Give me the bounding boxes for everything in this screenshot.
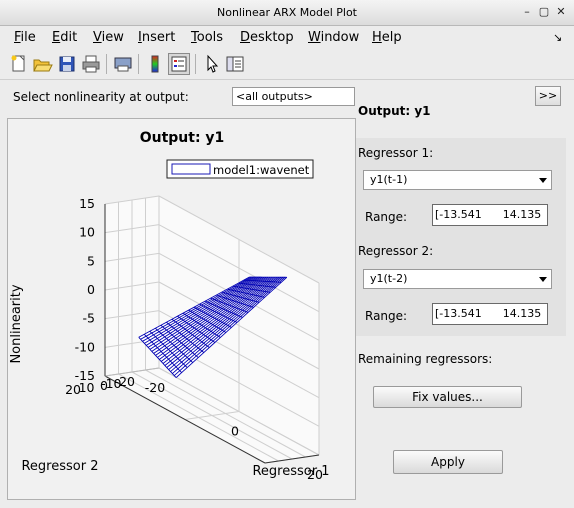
menu-mnemonic: V [93, 30, 102, 45]
menu-view[interactable]: View [93, 30, 124, 45]
menu-file[interactable]: File [14, 30, 36, 45]
menu-label: ile [20, 30, 36, 45]
x-tick-label: 0 [231, 424, 239, 439]
print-preview-icon[interactable] [112, 53, 134, 75]
regressor1-range-label: Range: [365, 210, 408, 224]
menu-insert[interactable]: Insert [138, 30, 175, 45]
property-editor-icon[interactable] [224, 53, 246, 75]
output-select[interactable]: <all outputs> [232, 87, 355, 106]
menu-label: dit [60, 30, 78, 45]
regressor1-group: Regressor 1: y1(t-1) Range: [-13.541 14.… [356, 138, 566, 238]
regressor2-range-label: Range: [365, 309, 408, 323]
regressor1-select[interactable]: y1(t-1) [363, 170, 552, 190]
z-tick-label: 0 [87, 282, 95, 297]
menu-mnemonic: W [308, 30, 321, 45]
menu-label: iew [101, 30, 124, 45]
regressor2-group: Regressor 2: y1(t-2) Range: [-13.541 14.… [356, 238, 566, 336]
z-tick-label: 15 [79, 196, 95, 211]
menu-tools[interactable]: Tools [191, 30, 223, 45]
chart-title: Output: y1 [140, 130, 225, 146]
regressor1-range-input[interactable]: [-13.541 14.135 [432, 204, 548, 226]
legend-swatch [171, 163, 211, 175]
maximize-icon[interactable]: ▢ [537, 5, 551, 19]
legend-entry: model1:wavenet [213, 163, 310, 177]
z-tick-label: 5 [87, 253, 95, 268]
legend-icon[interactable] [168, 53, 190, 75]
window-title-bar: Nonlinear ARX Model Plot – ▢ ✕ [0, 0, 574, 26]
z-tick-label: -10 [75, 339, 95, 354]
close-icon[interactable]: ✕ [554, 5, 568, 19]
print-icon[interactable] [80, 53, 102, 75]
menu-mnemonic: H [372, 30, 382, 45]
new-figure-icon[interactable] [8, 53, 30, 75]
plot-panel: Output: y1 -15 -10 -5 0 5 10 15 -20 -10 0 10 20 -2… [7, 118, 356, 500]
x-tick-label: -20 [145, 380, 165, 395]
regressor1-value: y1(t-1) [370, 173, 408, 186]
menu-edit[interactable]: Edit [52, 30, 77, 45]
chevron-down-icon [539, 277, 547, 282]
z-tick-label: -5 [83, 311, 95, 326]
fix-values-button[interactable]: Fix values... [373, 386, 522, 408]
menu-label: esktop [250, 30, 294, 45]
menu-label: elp [381, 30, 402, 45]
apply-button[interactable]: Apply [393, 450, 503, 474]
menu-mnemonic: E [52, 30, 61, 45]
y-tick-label: 0 [100, 378, 108, 393]
x-axis-label: Regressor 1 [252, 464, 329, 479]
regressor2-value: y1(t-2) [370, 272, 408, 285]
open-file-icon[interactable] [31, 53, 53, 75]
y-axis-label: Regressor 2 [21, 459, 98, 474]
menu-help[interactable]: Help [372, 30, 402, 45]
regressor2-select[interactable]: y1(t-2) [363, 269, 552, 289]
menu-label: nsert [141, 30, 176, 45]
regressor1-label: Regressor 1: [358, 146, 434, 160]
surface-plot[interactable]: Output: y1 -15-10-5051015 -20-1001020 -2… [8, 119, 355, 499]
toolbar [0, 50, 574, 80]
pointer-icon[interactable] [201, 53, 223, 75]
menu-mnemonic: D [240, 30, 251, 45]
z-axis-ticks: -15-10-5051015 [75, 196, 95, 383]
menu-window[interactable]: Window [308, 30, 359, 45]
colorbar-icon[interactable] [144, 53, 166, 75]
menu-label: indow [320, 30, 360, 45]
menu-desktop[interactable]: Desktop [240, 30, 294, 45]
remaining-regressors-label: Remaining regressors: [358, 352, 493, 366]
regressor2-range-input[interactable]: [-13.541 14.135 [432, 303, 548, 325]
minimize-icon[interactable]: – [520, 5, 534, 19]
menu-bar: File Edit View Insert Tools Desktop Wind… [0, 26, 574, 50]
window-title: Nonlinear ARX Model Plot [217, 6, 357, 19]
y-tick-label: 20 [65, 382, 81, 397]
expand-panel-button[interactable]: >> [535, 86, 561, 106]
chevron-down-icon [539, 178, 547, 183]
menu-label: ools [196, 30, 224, 45]
select-output-label: Select nonlinearity at output: [13, 90, 189, 104]
save-icon[interactable] [56, 53, 78, 75]
dock-arrow-icon[interactable]: ↘ [553, 31, 562, 44]
regressor2-label: Regressor 2: [358, 244, 434, 258]
z-axis-label: Nonlinearity [9, 284, 24, 363]
output-title: Output: y1 [358, 104, 431, 118]
z-tick-label: 10 [79, 225, 95, 240]
legend[interactable]: model1:wavenet [166, 159, 314, 179]
